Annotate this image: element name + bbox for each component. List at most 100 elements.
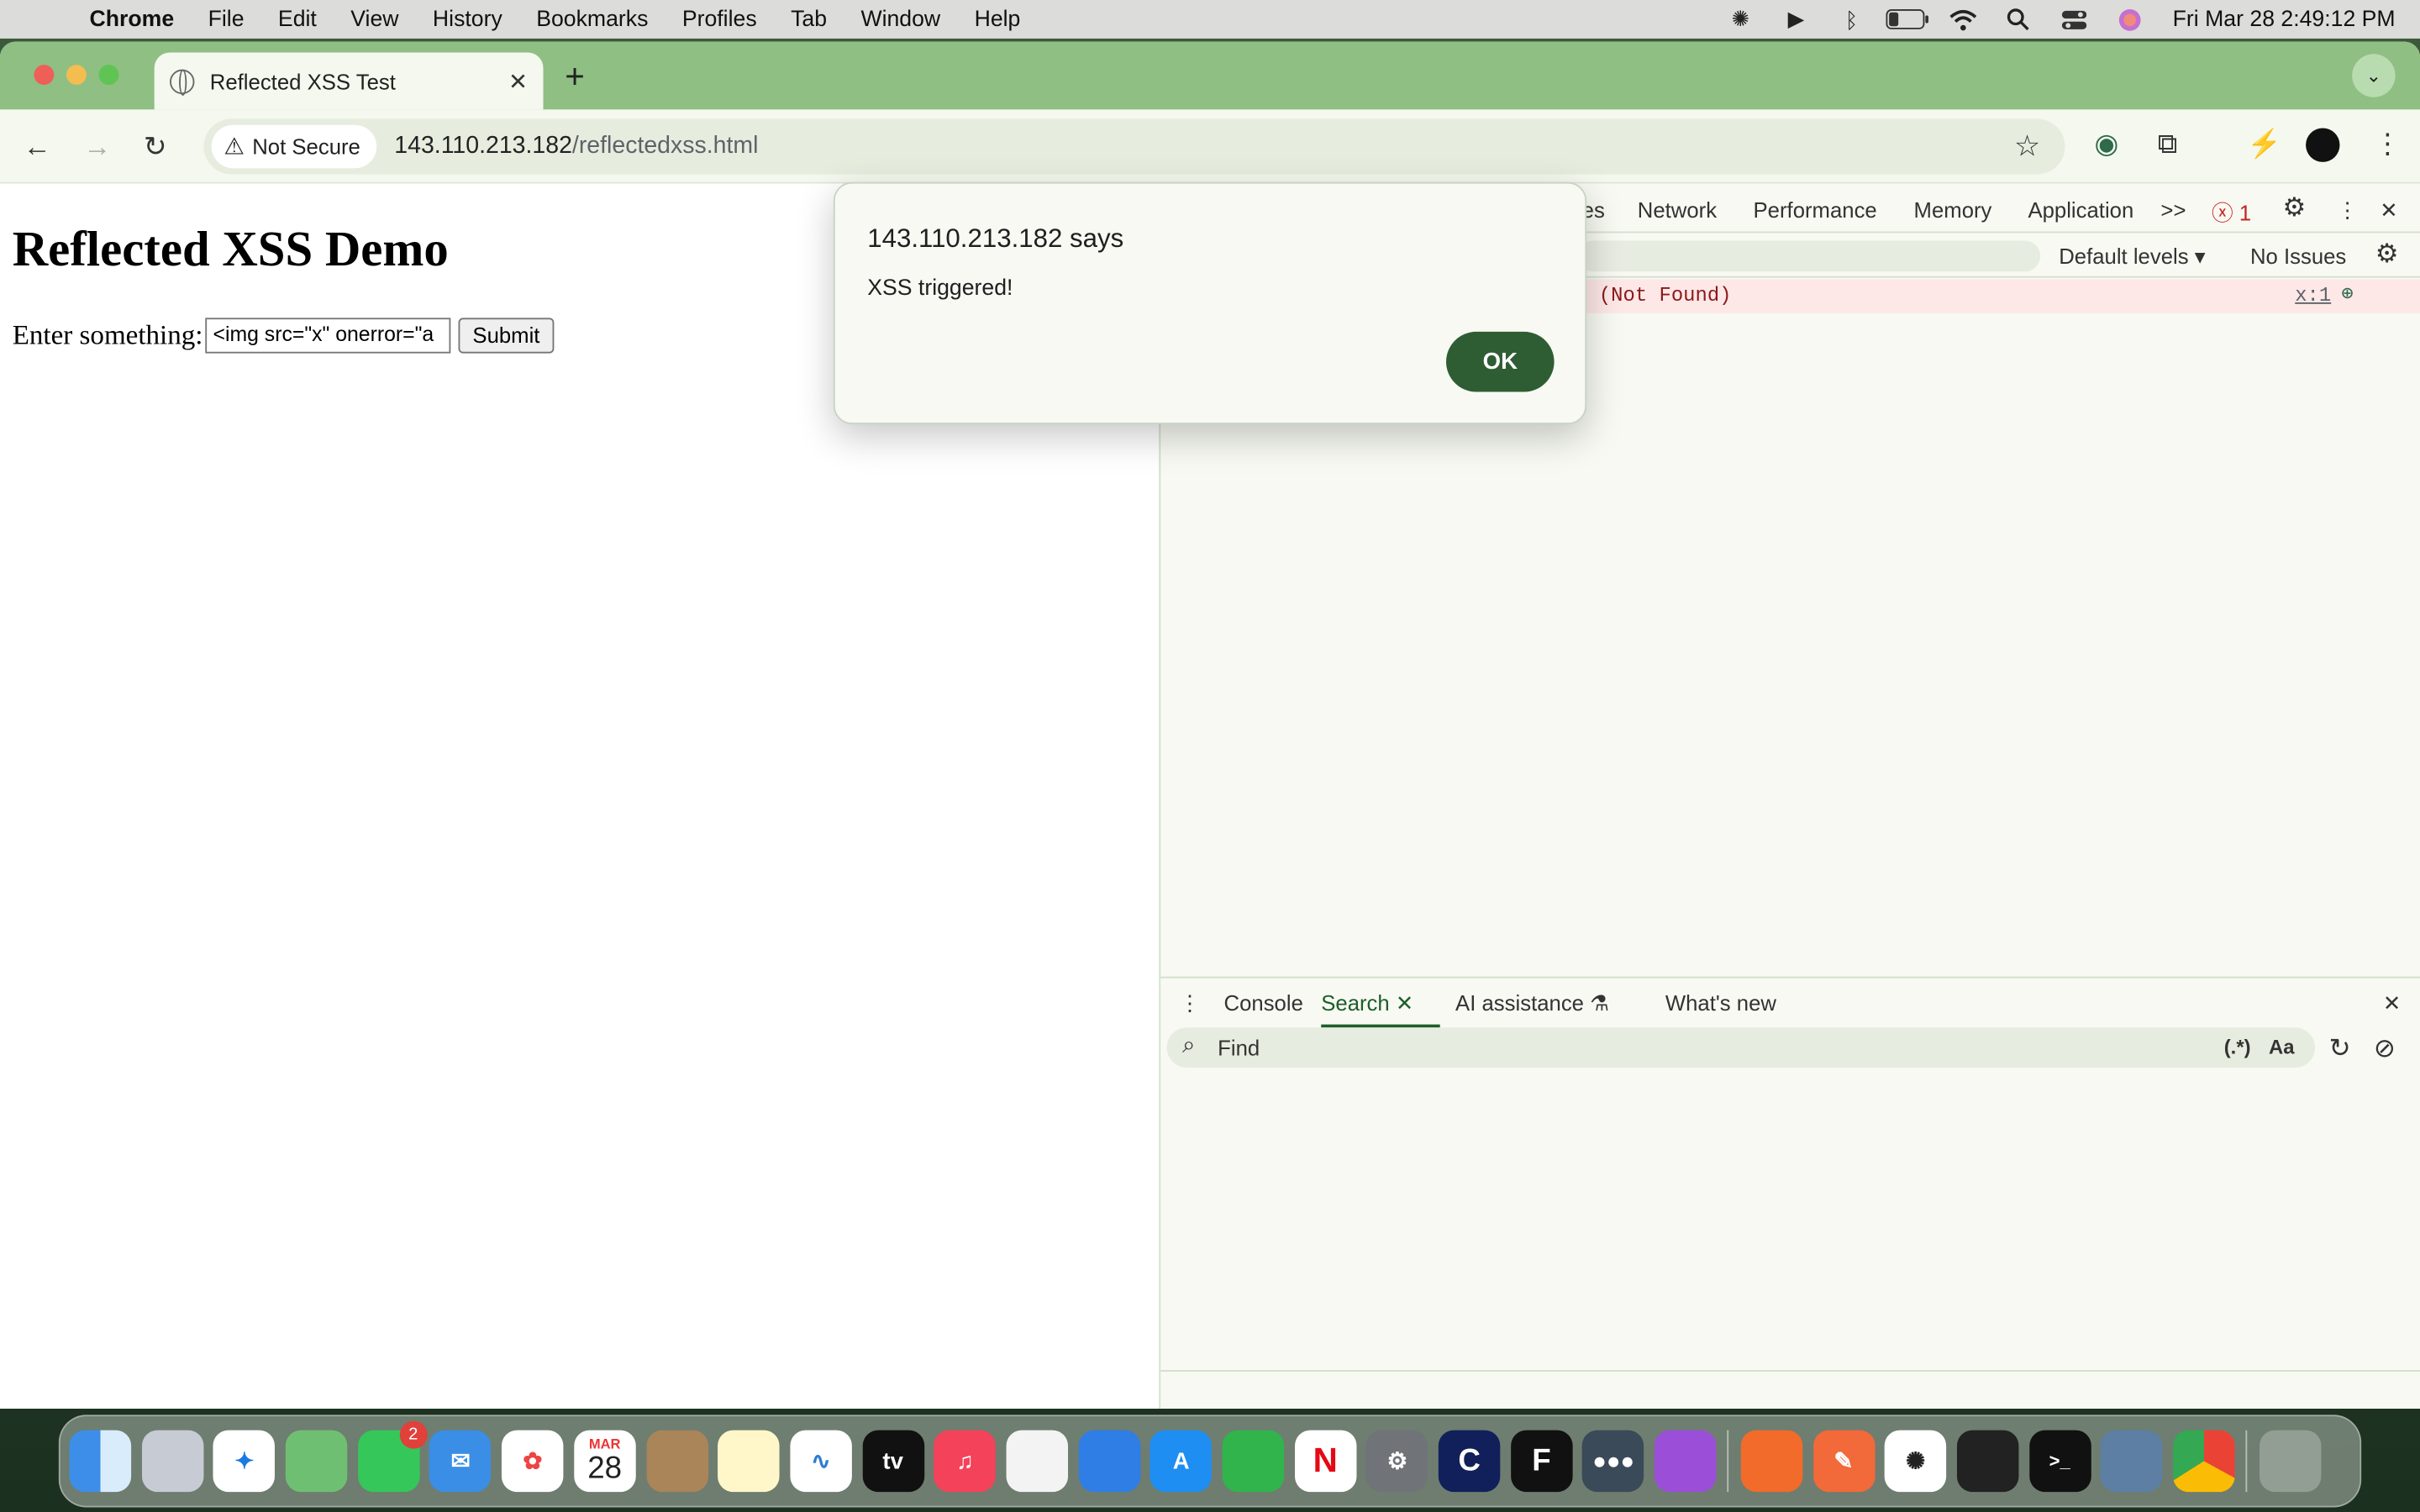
drawer-tab-search[interactable]: Search ✕ — [1321, 990, 1440, 1028]
menu-edit[interactable]: Edit — [278, 7, 317, 31]
keynote-icon[interactable] — [1078, 1430, 1140, 1493]
back-icon[interactable]: ← — [24, 131, 51, 164]
siri-icon[interactable] — [2102, 0, 2157, 39]
extension-bolt-icon[interactable]: ⚡ — [2247, 128, 2281, 160]
safari-icon[interactable]: ✦ — [213, 1430, 276, 1493]
menu-file[interactable]: File — [208, 7, 245, 31]
freeform-icon[interactable]: ∿ — [790, 1430, 852, 1493]
ai-explain-icon[interactable]: ⊕ — [2341, 282, 2353, 306]
address-bar[interactable]: ⚠ Not Secure 143.110.213.182/reflectedxs… — [203, 118, 2065, 175]
menu-profiles[interactable]: Profiles — [682, 7, 757, 31]
menu-history[interactable]: History — [433, 7, 502, 31]
battery-icon[interactable] — [1880, 0, 1935, 39]
launchpad-icon[interactable] — [141, 1430, 203, 1493]
netflix-icon[interactable]: N — [1294, 1430, 1356, 1493]
drawer-tab-console[interactable]: Console — [1224, 990, 1303, 1015]
error-count-badge[interactable]: ⓧ 1 — [2212, 197, 2251, 228]
drawer-tab-whats-new[interactable]: What's new — [1665, 990, 1776, 1015]
security-chip[interactable]: ⚠ Not Secure — [211, 124, 376, 169]
profile-avatar[interactable] — [2306, 128, 2340, 162]
menu-help[interactable]: Help — [975, 7, 1021, 31]
menu-app-chrome[interactable]: Chrome — [90, 7, 175, 31]
minimize-window-icon[interactable] — [66, 65, 87, 86]
trash-icon[interactable] — [2259, 1430, 2321, 1493]
colorful-dots-app-icon[interactable]: ●●● — [1582, 1430, 1644, 1493]
log-levels-dropdown[interactable]: Default levels ▾ — [2059, 244, 2205, 270]
reload-icon[interactable]: ↻ — [144, 131, 167, 164]
f-app-icon[interactable]: F — [1510, 1430, 1573, 1493]
console-error-source-link[interactable]: x:1 — [2295, 284, 2331, 307]
refresh-search-icon[interactable]: ↻ — [2329, 1034, 2351, 1065]
preview-icon[interactable] — [2101, 1430, 2163, 1493]
tab-performance[interactable]: Performance — [1754, 197, 1877, 222]
system-settings-icon[interactable]: ⚙ — [1366, 1430, 1428, 1493]
url-text[interactable]: 143.110.213.182/reflectedxss.html — [394, 133, 758, 160]
zoom-window-icon[interactable] — [98, 65, 119, 86]
issues-counter[interactable]: No Issues — [2250, 244, 2346, 268]
contacts-icon[interactable] — [645, 1430, 708, 1493]
close-drawer-icon[interactable]: ✕ — [2383, 990, 2402, 1016]
tab-memory[interactable]: Memory — [1914, 197, 1992, 222]
extensions-puzzle-icon[interactable]: ⧉ — [2158, 128, 2178, 160]
new-tab-button[interactable]: + — [565, 57, 585, 97]
grammarly-extension-icon[interactable]: ◉ — [2094, 128, 2118, 160]
play-status-icon[interactable]: ▶ — [1768, 0, 1823, 39]
photos-icon[interactable]: ✿ — [502, 1430, 564, 1493]
menu-bookmarks[interactable]: Bookmarks — [536, 7, 648, 31]
cube-app-icon[interactable] — [1956, 1430, 2019, 1493]
podcasts-icon[interactable] — [1655, 1430, 1717, 1493]
chatgpt-status-icon[interactable]: ✺ — [1712, 0, 1768, 39]
control-center-icon[interactable] — [2046, 0, 2102, 39]
notes-icon[interactable] — [718, 1430, 780, 1493]
menu-view[interactable]: View — [350, 7, 398, 31]
numbers-icon[interactable] — [1222, 1430, 1285, 1493]
drawer-tab-ai-assistance[interactable]: AI assistance ⚗ — [1455, 990, 1609, 1016]
browser-tab[interactable]: Reflected XSS Test ✕ — [154, 52, 544, 110]
menu-window[interactable]: Window — [860, 7, 940, 31]
chrome-icon[interactable] — [2173, 1430, 2235, 1493]
devtools-menu-icon[interactable]: ⋮ — [2337, 197, 2359, 223]
console-filter-input[interactable] — [1577, 240, 2041, 272]
news-icon[interactable] — [1006, 1430, 1068, 1493]
terminal-icon[interactable]: >_ — [2028, 1430, 2091, 1493]
bookmark-star-icon[interactable]: ☆ — [2014, 129, 2040, 165]
wifi-icon[interactable] — [1935, 0, 1991, 39]
match-case-toggle[interactable]: Aa — [2269, 1035, 2295, 1058]
calendar-icon[interactable]: MAR 28 — [573, 1430, 636, 1493]
more-tabs-icon[interactable]: >> — [2160, 197, 2186, 222]
close-window-icon[interactable] — [34, 65, 55, 86]
pen-app-icon[interactable]: ✎ — [1812, 1430, 1875, 1493]
music-icon[interactable]: ♫ — [934, 1430, 997, 1493]
tab-search-chevron-icon[interactable]: ⌄ — [2352, 54, 2396, 97]
tab-network[interactable]: Network — [1638, 197, 1717, 222]
finder-icon[interactable] — [69, 1430, 132, 1493]
tv-label: tv — [882, 1447, 903, 1475]
brave-browser-icon[interactable] — [1740, 1430, 1802, 1493]
settings-gear-icon[interactable]: ⚙ — [2283, 193, 2307, 224]
regex-toggle[interactable]: (.*) — [2224, 1035, 2251, 1058]
chrome-menu-icon[interactable]: ⋮ — [2374, 128, 2402, 160]
app-store-icon[interactable]: A — [1150, 1430, 1213, 1493]
messages-icon[interactable]: 2 — [357, 1420, 428, 1493]
apple-tv-icon[interactable]: tv — [861, 1430, 924, 1493]
c-app-icon[interactable]: C — [1438, 1430, 1501, 1493]
drawer-menu-icon[interactable]: ⋮ — [1179, 990, 1201, 1016]
menubar-clock[interactable]: Fri Mar 28 2:49:12 PM — [2173, 7, 2396, 31]
maps-icon[interactable] — [285, 1430, 348, 1493]
alert-ok-button[interactable]: OK — [1446, 331, 1555, 392]
close-tab-icon[interactable]: ✕ — [508, 67, 528, 95]
search-find-input[interactable]: ⌕ Find (.*) Aa — [1166, 1027, 2316, 1068]
spotlight-search-icon[interactable] — [1991, 0, 2046, 39]
console-settings-icon[interactable]: ⚙ — [2375, 239, 2399, 270]
submit-button[interactable]: Submit — [458, 318, 555, 354]
tab-application[interactable]: Application — [2028, 197, 2133, 222]
bluetooth-icon[interactable]: ᛒ — [1824, 0, 1880, 39]
chatgpt-icon[interactable]: ✺ — [1884, 1430, 1947, 1493]
menu-tab[interactable]: Tab — [791, 7, 827, 31]
mail-icon[interactable]: ✉ — [429, 1430, 492, 1493]
text-input[interactable]: <img src="x" onerror="a — [205, 318, 451, 354]
close-devtools-icon[interactable]: ✕ — [2380, 197, 2398, 223]
close-search-tab-icon[interactable]: ✕ — [1396, 990, 1414, 1015]
clear-search-icon[interactable]: ⊘ — [2374, 1034, 2396, 1065]
forward-icon[interactable]: → — [83, 131, 111, 164]
